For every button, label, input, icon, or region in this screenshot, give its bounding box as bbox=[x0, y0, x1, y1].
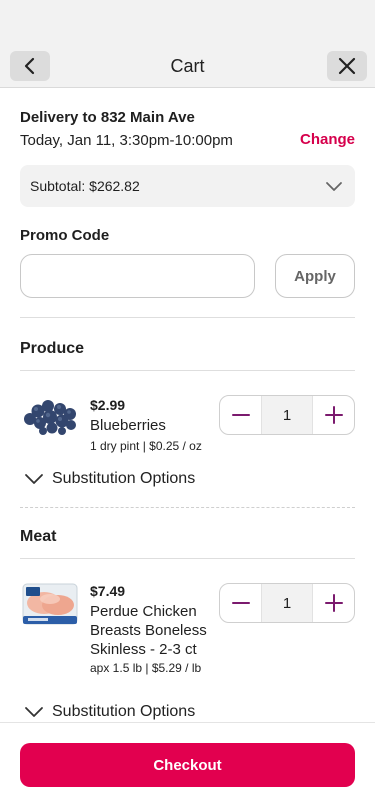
checkout-bar: Checkout bbox=[0, 722, 375, 812]
promo-code-label: Promo Code bbox=[20, 227, 110, 244]
item-price: $2.99 bbox=[90, 397, 126, 413]
quantity-stepper: 1 bbox=[219, 395, 355, 435]
item-info: $2.99 Blueberries 1 dry pint | $0.25 / o… bbox=[90, 397, 214, 453]
increase-quantity-button[interactable] bbox=[313, 396, 354, 434]
delivery-address: Delivery to 832 Main Ave bbox=[20, 109, 195, 126]
apply-promo-button[interactable]: Apply bbox=[275, 254, 355, 298]
minus-icon bbox=[231, 602, 250, 604]
page-title: Cart bbox=[170, 56, 205, 76]
substitution-options-toggle[interactable]: Substitution Options bbox=[24, 470, 195, 488]
item-unit-detail: apx 1.5 lb | $5.29 / lb bbox=[90, 661, 202, 675]
plus-icon bbox=[324, 406, 343, 424]
cart-item-chicken: $7.49 Perdue Chicken Breasts Boneless Sk… bbox=[0, 559, 375, 722]
subtotal-label: Subtotal: $262.82 bbox=[30, 178, 140, 194]
promo-row: Apply bbox=[20, 254, 355, 298]
chevron-down-icon bbox=[25, 707, 43, 717]
item-price: $7.49 bbox=[90, 583, 126, 599]
substitution-options-toggle[interactable]: Substitution Options bbox=[24, 703, 195, 721]
increase-quantity-button[interactable] bbox=[313, 584, 354, 622]
cart-item-blueberries: $2.99 Blueberries 1 dry pint | $0.25 / o… bbox=[0, 371, 375, 507]
promo-code-input[interactable] bbox=[20, 254, 255, 298]
close-button[interactable] bbox=[327, 51, 367, 81]
cart-content[interactable]: Delivery to 832 Main Ave Today, Jan 11, … bbox=[0, 89, 375, 722]
decrease-quantity-button[interactable] bbox=[220, 584, 261, 622]
chevron-down-icon bbox=[25, 474, 43, 484]
subtotal-dropdown[interactable]: Subtotal: $262.82 bbox=[20, 165, 355, 207]
decrease-quantity-button[interactable] bbox=[220, 396, 261, 434]
minus-icon bbox=[231, 414, 250, 416]
item-name[interactable]: Perdue Chicken Breasts Boneless Skinless… bbox=[90, 602, 214, 659]
close-icon bbox=[338, 57, 356, 75]
section-title-meat: Meat bbox=[20, 528, 57, 545]
change-delivery-link[interactable]: Change bbox=[300, 131, 355, 148]
status-area bbox=[0, 0, 375, 44]
quantity-value[interactable]: 1 bbox=[261, 584, 313, 622]
blueberries-image bbox=[24, 400, 76, 435]
item-unit-detail: 1 dry pint | $0.25 / oz bbox=[90, 439, 202, 453]
checkout-button[interactable]: Checkout bbox=[20, 743, 355, 787]
item-info: $7.49 Perdue Chicken Breasts Boneless Sk… bbox=[90, 583, 214, 675]
section-title-produce: Produce bbox=[20, 340, 85, 357]
plus-icon bbox=[324, 594, 343, 612]
nav-bar: Cart bbox=[0, 44, 375, 88]
substitution-options-label: Substitution Options bbox=[52, 470, 196, 487]
item-name[interactable]: Blueberries bbox=[90, 416, 214, 435]
chevron-down-icon bbox=[326, 182, 342, 191]
substitution-options-label: Substitution Options bbox=[52, 703, 196, 720]
delivery-info: Delivery to 832 Main Ave Today, Jan 11, … bbox=[0, 89, 375, 149]
quantity-value[interactable]: 1 bbox=[261, 396, 313, 434]
quantity-stepper: 1 bbox=[219, 583, 355, 623]
chicken-package-image bbox=[22, 583, 78, 625]
